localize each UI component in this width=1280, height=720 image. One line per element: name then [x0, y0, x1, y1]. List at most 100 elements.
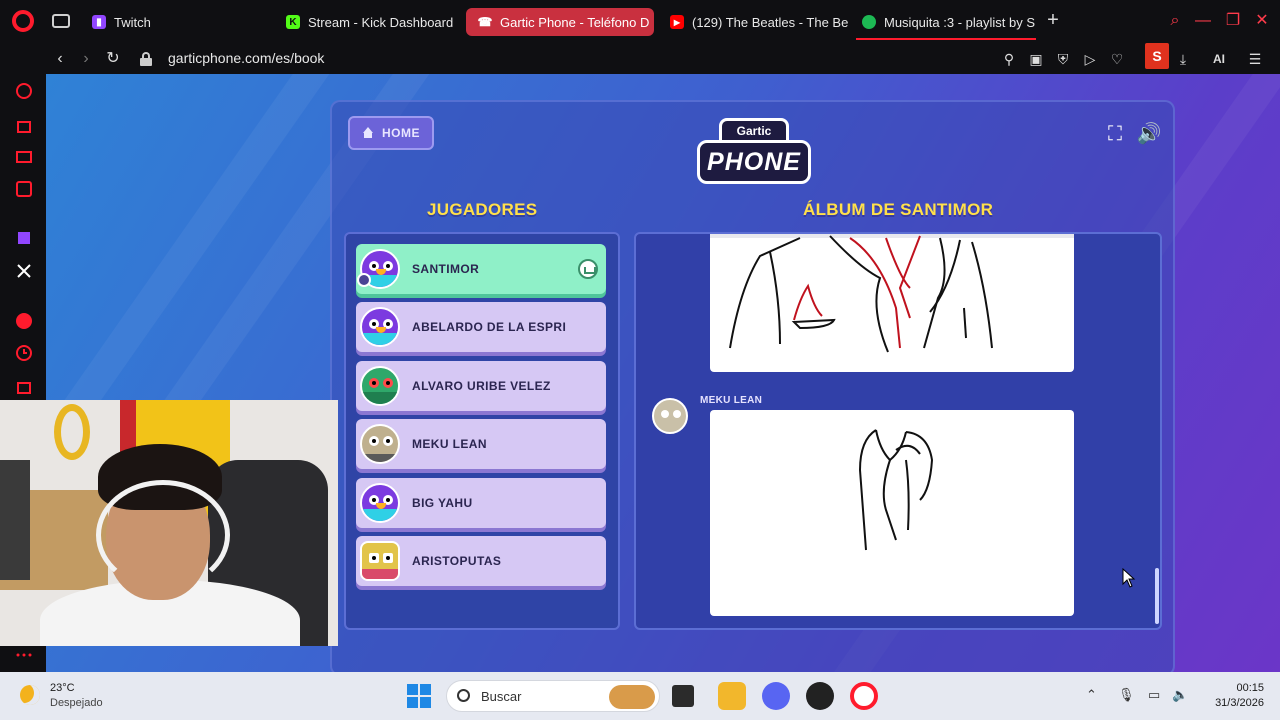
tie-sketch	[858, 429, 934, 551]
suit-sketch	[729, 235, 993, 353]
shield-icon[interactable]: ⛨	[1054, 50, 1072, 68]
messenger-icon[interactable]	[15, 180, 33, 198]
network-icon[interactable]: ▭	[1148, 687, 1160, 703]
download-icon[interactable]: ⤓	[1174, 50, 1192, 68]
extension-badge[interactable]: S	[1145, 43, 1169, 69]
home-icon	[362, 127, 374, 139]
opera-taskbar-icon[interactable]	[850, 682, 878, 710]
opera-logo-icon[interactable]	[12, 10, 34, 32]
phone-icon: ☎	[477, 15, 493, 29]
file-explorer-icon[interactable]	[718, 682, 746, 710]
background-shelf	[0, 460, 30, 580]
player-card[interactable]: MEKU LEAN	[356, 419, 606, 469]
tab-label: Stream - Kick Dashboard	[308, 14, 454, 30]
player-card[interactable]: ALVARO URIBE VELEZ	[356, 361, 606, 411]
player-name: SANTIMOR	[412, 262, 480, 276]
drawing-tie	[710, 410, 1074, 616]
menu-icon[interactable]: ☰	[1246, 50, 1264, 68]
album-title: ÁLBUM DE SANTIMOR	[803, 200, 994, 219]
search-placeholder: Buscar	[481, 689, 522, 704]
bag-icon[interactable]	[15, 116, 33, 134]
tab-label: Musiquita :3 - playlist by S	[884, 14, 1036, 30]
twitch-icon: ▮	[92, 15, 106, 29]
taskbar-search[interactable]: Buscar	[446, 680, 660, 712]
wallet-icon[interactable]	[15, 148, 33, 166]
webcam-overlay	[0, 400, 338, 646]
gold-balloon	[54, 404, 90, 460]
player-name: ALVARO URIBE VELEZ	[412, 379, 551, 393]
album-feed[interactable]	[634, 232, 1162, 630]
start-button[interactable]	[407, 684, 431, 708]
tab-youtube[interactable]: ▶ (129) The Beatles - The Be	[658, 8, 848, 36]
tab-label: Gartic Phone - Teléfono D	[500, 14, 650, 30]
extensions-icon[interactable]	[15, 378, 33, 396]
play-icon[interactable]: ▷	[1081, 50, 1099, 68]
more-options-icon[interactable]	[15, 646, 33, 664]
x-icon[interactable]	[15, 262, 33, 280]
history-icon[interactable]	[15, 344, 33, 362]
tab-label: Twitch	[114, 14, 151, 30]
close-window-button[interactable]: ✕	[1251, 10, 1273, 32]
search-tabs-icon[interactable]: ⌕	[1164, 10, 1186, 32]
moon-icon[interactable]	[20, 685, 40, 705]
home-button[interactable]: HOME	[348, 116, 434, 150]
pin-icon[interactable]: ⚲	[1000, 50, 1018, 68]
volume-icon[interactable]: 🔊	[1136, 122, 1162, 146]
home-label: HOME	[382, 126, 420, 140]
restore-button[interactable]: ❐	[1222, 10, 1244, 32]
minimize-button[interactable]: —	[1192, 10, 1214, 32]
players-title: JUGADORES	[427, 200, 538, 219]
new-tab-button[interactable]: +	[1043, 10, 1063, 31]
speed-dial-icon[interactable]	[15, 82, 33, 100]
forward-button[interactable]: ›	[75, 48, 97, 70]
crown-icon	[578, 259, 598, 279]
album-scrollbar[interactable]	[1155, 568, 1159, 624]
player-card[interactable]: BIG YAHU	[356, 478, 606, 528]
volume-tray-icon[interactable]: 🔈	[1172, 687, 1188, 703]
bird-avatar	[360, 307, 400, 347]
player-name: ABELARDO DE LA ESPRI	[412, 320, 567, 334]
spotify-icon	[862, 15, 876, 29]
address-bar: ‹ › ↻ garticphone.com/es/book ⚲ ▣ ⛨ ▷ ♡ …	[0, 44, 1280, 74]
tab-spotify[interactable]: Musiquita :3 - playlist by S	[850, 8, 1040, 36]
tray-overflow-icon[interactable]: ⌃	[1086, 687, 1097, 703]
weather-condition[interactable]: Despejado	[50, 697, 103, 709]
task-view-icon[interactable]	[672, 685, 694, 707]
workspaces-icon[interactable]	[52, 14, 70, 28]
tab-gartic-phone[interactable]: ☎ Gartic Phone - Teléfono D	[466, 8, 654, 36]
tab-twitch[interactable]: ▮ Twitch	[80, 8, 270, 36]
player-name: BIG YAHU	[412, 496, 473, 510]
player-card[interactable]: ABELARDO DE LA ESPRI	[356, 302, 606, 352]
player-card-santimor[interactable]: SANTIMOR	[356, 244, 606, 294]
obs-icon[interactable]	[806, 682, 834, 710]
player-name: MEKU LEAN	[412, 437, 487, 451]
gartic-phone-logo: Gartic PHONE	[697, 118, 811, 186]
system-clock[interactable]: 00:15 31/3/2026	[1204, 682, 1264, 709]
clock-date: 31/3/2026	[1215, 697, 1264, 709]
user-icon	[357, 273, 371, 287]
ai-button[interactable]: AI	[1204, 50, 1234, 68]
search-icon	[457, 689, 470, 702]
url-field[interactable]: garticphone.com/es/book	[168, 50, 324, 66]
heart-icon[interactable]: ♡	[1108, 50, 1126, 68]
player-card[interactable]: ARISTOPUTAS	[356, 536, 606, 586]
youtube-icon: ▶	[670, 15, 684, 29]
twitch-sidebar-icon[interactable]	[15, 230, 33, 248]
snapshot-icon[interactable]: ▣	[1027, 50, 1045, 68]
lock-icon[interactable]	[140, 52, 152, 66]
players-list: SANTIMOR ABELARDO DE LA ESPRI ALVARO URI…	[344, 232, 620, 630]
browser-tab-bar: ▮ Twitch K Stream - Kick Dashboard ☎ Gar…	[0, 0, 1280, 44]
bird-avatar	[360, 483, 400, 523]
back-button[interactable]: ‹	[49, 48, 71, 70]
clock-time: 00:15	[1236, 682, 1264, 694]
logo-bottom: PHONE	[697, 140, 811, 184]
reload-button[interactable]: ↻	[102, 48, 124, 70]
fullscreen-icon[interactable]: ⛶	[1102, 122, 1128, 146]
player-name: ARISTOPUTAS	[412, 554, 502, 568]
tab-kick[interactable]: K Stream - Kick Dashboard	[274, 8, 464, 36]
temperature[interactable]: 23°C	[50, 682, 75, 694]
discord-icon[interactable]	[762, 682, 790, 710]
microphone-icon[interactable]: 🎙	[1118, 687, 1135, 703]
spotify-sidebar-icon[interactable]	[15, 312, 33, 330]
green-monster-avatar	[360, 366, 400, 406]
